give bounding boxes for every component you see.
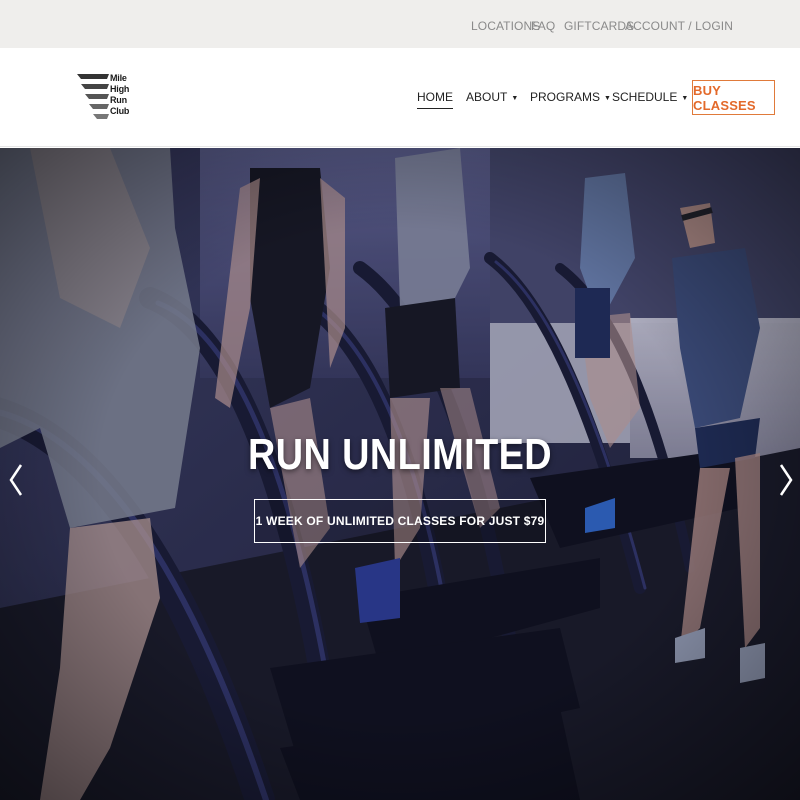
nav-schedule-label: SCHEDULE (612, 90, 678, 104)
hero-slider: RUN UNLIMITED 1 WEEK OF UNLIMITED CLASSE… (0, 148, 800, 800)
nav-about-label: ABOUT (466, 90, 508, 104)
nav-about[interactable]: ABOUT ▼ (466, 90, 518, 104)
logo-line-run: Run (110, 95, 127, 105)
nav-home[interactable]: HOME (417, 90, 453, 109)
logo-line-club: Club (110, 106, 130, 116)
nav-schedule[interactable]: SCHEDULE ▼ (612, 90, 688, 104)
utility-link-faq[interactable]: FAQ (531, 19, 555, 33)
caret-down-icon: ▼ (604, 95, 611, 102)
logo-line-high: High (110, 84, 130, 94)
wing-icon (77, 74, 109, 119)
nav-programs-label: PROGRAMS (530, 90, 601, 104)
caret-down-icon: ▼ (511, 95, 519, 102)
logo[interactable]: Mile High Run Club (77, 73, 137, 122)
chevron-left-icon[interactable] (6, 460, 28, 500)
main-header: Mile High Run Club HOME ABOUT ▼ PROGRAMS ▼… (0, 48, 800, 147)
buy-classes-button[interactable]: BUY CLASSES (692, 80, 775, 115)
nav-home-label: HOME (417, 90, 453, 104)
utility-bar: LOCATIONS FAQ GIFTCARDS ACCOUNT / LOGIN (0, 0, 800, 48)
logo-line-mile: Mile (110, 73, 127, 83)
chevron-right-icon[interactable] (774, 460, 796, 500)
caret-down-icon: ▼ (681, 95, 689, 102)
hero-cta-button[interactable]: 1 WEEK OF UNLIMITED CLASSES FOR JUST $79 (254, 499, 546, 543)
nav-programs[interactable]: PROGRAMS ▼ (530, 90, 611, 104)
utility-link-giftcards[interactable]: GIFTCARDS (564, 19, 634, 33)
hero-title: RUN UNLIMITED (247, 430, 553, 479)
logo-wordmark: Mile High Run Club (110, 73, 129, 117)
utility-link-locations[interactable]: LOCATIONS (471, 19, 540, 33)
utility-link-account-login[interactable]: ACCOUNT / LOGIN (625, 19, 733, 33)
